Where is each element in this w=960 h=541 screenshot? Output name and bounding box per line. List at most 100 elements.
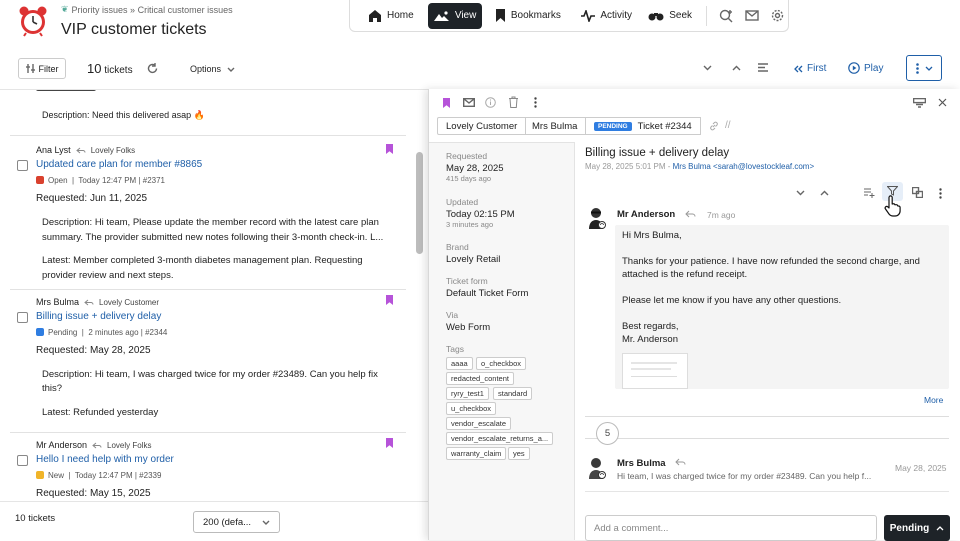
- submit-label: Pending: [889, 522, 930, 534]
- tag[interactable]: standard: [493, 387, 533, 400]
- trash-icon[interactable]: [508, 96, 519, 108]
- play-circle-icon: [848, 62, 860, 74]
- activity-icon: [581, 9, 596, 22]
- kebab-icon[interactable]: [534, 97, 537, 108]
- field-label: Via: [446, 310, 459, 320]
- play-button[interactable]: Play: [848, 62, 883, 74]
- list-item[interactable]: Ana Lyst Lovely Folks Updated care plan …: [0, 136, 420, 286]
- requester-tab[interactable]: Mrs Bulma: [524, 117, 587, 135]
- field-label: Brand: [446, 242, 469, 252]
- requested-label: Requested:: [36, 488, 88, 499]
- breadcrumb[interactable]: ❦ Priority issues » Critical customer is…: [61, 4, 233, 15]
- kebab-icon[interactable]: [939, 188, 942, 199]
- ticket-list: Description: Need this delivered asap 🔥 …: [0, 89, 428, 501]
- gear-icon[interactable]: [771, 9, 784, 22]
- bookmark-icon[interactable]: [386, 438, 393, 448]
- bookmark-icon[interactable]: [386, 144, 393, 154]
- latest-text: Member completed 3-month diabetes manage…: [42, 255, 363, 281]
- field-value[interactable]: Default Ticket Form: [446, 288, 528, 299]
- tag[interactable]: redacted_content: [446, 372, 514, 385]
- ticket-tab[interactable]: PENDING Ticket #2344: [586, 117, 701, 135]
- description-text: Hi team, Please update the member record…: [42, 217, 384, 243]
- row-checkbox[interactable]: [17, 312, 28, 323]
- description-label: Description:: [42, 369, 93, 380]
- list-scrollbar[interactable]: [416, 152, 423, 254]
- options-dropdown[interactable]: Options: [190, 64, 235, 74]
- row-checkbox[interactable]: [17, 455, 28, 466]
- breadcrumb-text[interactable]: Priority issues » Critical customer issu…: [72, 5, 233, 15]
- tag[interactable]: vendor_escalate: [446, 417, 512, 430]
- subtitle-from[interactable]: Mrs Bulma <sarah@lovestockleaf.com>: [673, 162, 815, 171]
- nav-home-label: Home: [387, 10, 414, 21]
- attachment-thumbnail[interactable]: [622, 353, 688, 389]
- tag[interactable]: ryry_test1: [446, 387, 489, 400]
- list-item[interactable]: Mr Anderson Lovely Folks Hello I need he…: [0, 433, 420, 501]
- requested-label: Requested:: [36, 345, 88, 356]
- double-chevron-left-icon: [794, 65, 803, 73]
- row-checkbox[interactable]: [17, 160, 28, 171]
- list-item[interactable]: Mrs Bulma Lovely Customer Billing issue …: [0, 290, 420, 430]
- filter-label: Filter: [38, 63, 59, 74]
- close-icon[interactable]: [938, 98, 947, 107]
- collapsed-messages-button[interactable]: 5: [596, 422, 619, 445]
- chevron-up-icon[interactable]: [732, 65, 741, 71]
- field-sub: 3 minutes ago: [446, 220, 494, 229]
- page-size-select[interactable]: 200 (defa...: [193, 511, 280, 533]
- translate-icon[interactable]: [912, 187, 923, 198]
- bookmark-icon[interactable]: [443, 98, 450, 108]
- list-add-icon[interactable]: [864, 188, 875, 198]
- home-icon: [368, 9, 382, 22]
- ticket-latest: Latest: Member completed 3-month diabete…: [42, 253, 382, 283]
- chevron-down-icon: [227, 67, 235, 72]
- filter-button[interactable]: Filter: [18, 58, 66, 79]
- first-button[interactable]: First: [794, 63, 826, 74]
- tag[interactable]: o_checkbox: [476, 357, 527, 370]
- ticket-subject[interactable]: Updated care plan for member #8865: [36, 159, 202, 170]
- nav-activity-label: Activity: [600, 10, 632, 21]
- chevron-down-icon: [925, 66, 933, 71]
- info-icon[interactable]: [485, 97, 496, 108]
- chevron-down-icon[interactable]: [703, 65, 712, 71]
- requester-name: Ana Lyst Lovely Folks: [36, 145, 135, 155]
- layout-icon[interactable]: [913, 98, 926, 108]
- more-actions-button[interactable]: [906, 55, 942, 81]
- ticket-status: New | Today 12:47 PM | #2339: [36, 471, 161, 480]
- requested-value: Jun 11, 2025: [89, 193, 148, 204]
- requester-name: Mrs Bulma Lovely Customer: [36, 297, 159, 307]
- description-text: Need this delivered asap 🔥: [92, 110, 205, 120]
- chevron-down-icon[interactable]: [796, 190, 805, 196]
- sliders-icon: [25, 64, 35, 73]
- chevron-up-icon[interactable]: [820, 190, 829, 196]
- ticket-subject[interactable]: Hello I need help with my order: [36, 454, 174, 465]
- subtitle-date: May 28, 2025 5:01 PM -: [585, 162, 673, 171]
- field-value[interactable]: Lovely Retail: [446, 254, 500, 265]
- tag[interactable]: aaaa: [446, 357, 473, 370]
- tag[interactable]: u_checkbox: [446, 402, 497, 415]
- submit-status-button[interactable]: Pending: [884, 515, 950, 541]
- ticket-latest: Latest: Refunded yesterday: [42, 407, 158, 418]
- message-preview[interactable]: Hi team, I was charged twice for my orde…: [617, 471, 871, 481]
- status-label: Open: [48, 176, 68, 185]
- more-link[interactable]: More: [924, 395, 943, 405]
- tag[interactable]: vendor_escalate_returns_a...: [446, 432, 554, 445]
- field-label: Updated: [446, 197, 479, 207]
- align-icon[interactable]: [758, 63, 768, 72]
- split-icon[interactable]: //: [725, 120, 731, 131]
- bookmark-icon[interactable]: [386, 295, 393, 305]
- tag[interactable]: warranty_claim: [446, 447, 507, 460]
- brand-field: Brand Lovely Retail: [446, 242, 500, 265]
- refresh-icon[interactable]: [147, 63, 158, 74]
- nav-view[interactable]: View: [427, 2, 482, 29]
- link-icon[interactable]: [709, 121, 719, 131]
- mail-icon[interactable]: [745, 10, 759, 21]
- ticket-subject[interactable]: Billing issue + delivery delay: [36, 311, 161, 322]
- envelope-icon[interactable]: [463, 98, 475, 107]
- nav-bookmarks[interactable]: Bookmarks: [489, 3, 573, 29]
- nav-activity[interactable]: Activity: [575, 3, 640, 29]
- comment-input[interactable]: Add a comment...: [585, 515, 877, 541]
- nav-home[interactable]: Home: [362, 3, 429, 29]
- customer-tab[interactable]: Lovely Customer: [437, 117, 527, 135]
- tag[interactable]: yes: [508, 447, 530, 460]
- nav-seek[interactable]: Seek: [642, 3, 698, 29]
- search-plus-icon[interactable]: [719, 9, 733, 23]
